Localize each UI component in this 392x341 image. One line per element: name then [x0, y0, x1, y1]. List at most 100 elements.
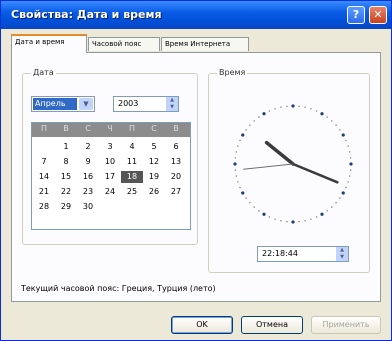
- calendar-day[interactable]: 8: [55, 156, 77, 168]
- clock-tick: [341, 191, 345, 195]
- clock-tick: [245, 129, 247, 131]
- clock-tick: [235, 151, 237, 153]
- spin-arrows-icon[interactable]: ▲ ▼: [166, 97, 178, 111]
- calendar-day[interactable]: 26: [143, 186, 165, 198]
- calendar-day[interactable]: 28: [33, 201, 55, 213]
- clock-tick: [239, 139, 241, 142]
- calendar-day[interactable]: 21: [33, 186, 55, 198]
- clock-tick: [258, 116, 260, 118]
- close-button[interactable]: ✕: [369, 6, 387, 24]
- clock-tick: [274, 108, 276, 110]
- calendar-day[interactable]: 1: [55, 141, 77, 153]
- calendar-day[interactable]: 2: [77, 141, 99, 153]
- calendar-day[interactable]: 10: [99, 156, 121, 168]
- clock-tick: [241, 191, 245, 195]
- clock-tick: [335, 124, 337, 126]
- ok-button[interactable]: OK: [171, 316, 233, 334]
- tab-panel: Дата Апрель ▼ 2003 ▲ ▼ П В С Ч П С В 1 2…: [11, 52, 381, 302]
- calendar-day[interactable]: 19: [143, 171, 165, 183]
- clock-tick: [234, 157, 237, 159]
- apply-button[interactable]: Применить: [311, 316, 381, 334]
- calendar-day[interactable]: 17: [99, 171, 121, 183]
- calendar-day[interactable]: 27: [165, 186, 187, 198]
- calendar-day[interactable]: 3: [99, 141, 121, 153]
- clock-tick: [234, 169, 237, 171]
- calendar-header: П В С Ч П С В: [32, 123, 190, 137]
- calendar-day[interactable]: 30: [77, 201, 99, 213]
- calendar-day[interactable]: 18: [121, 171, 143, 183]
- calendar-day[interactable]: 23: [77, 186, 99, 198]
- clock-tick: [349, 169, 352, 171]
- clock-second-hand: [243, 163, 294, 170]
- time-value: 22:18:44: [262, 249, 298, 258]
- tab-date-time[interactable]: Дата и время: [11, 34, 87, 53]
- clock-tick: [274, 218, 276, 220]
- calendar-day[interactable]: 11: [121, 156, 143, 168]
- calendar-day[interactable]: 6: [165, 141, 187, 153]
- clock-tick: [345, 186, 347, 189]
- clock-tick: [310, 108, 312, 110]
- chevron-down-icon[interactable]: ▼: [79, 98, 93, 110]
- year-spinner[interactable]: 2003 ▲ ▼: [113, 96, 179, 112]
- clock-tick: [326, 210, 328, 212]
- clock-tick: [233, 162, 237, 166]
- clock-tick: [239, 186, 241, 189]
- tab-time-zone[interactable]: Часовой пояс: [88, 37, 160, 51]
- clock-tick: [315, 216, 318, 218]
- clock-tick: [235, 175, 237, 177]
- clock-tick: [237, 145, 239, 147]
- calendar-day[interactable]: 24: [99, 186, 121, 198]
- clock-tick: [241, 133, 245, 137]
- date-group-label: Дата: [31, 68, 56, 77]
- weekday-label: В: [63, 124, 69, 133]
- clock-tick: [339, 129, 341, 131]
- calendar-day[interactable]: 15: [55, 171, 77, 183]
- calendar-day[interactable]: 13: [165, 156, 187, 168]
- clock-tick: [304, 106, 306, 108]
- weekday-label: Ч: [107, 124, 113, 133]
- current-timezone-label: Текущий часовой пояс: Греция, Турция (ле…: [21, 284, 216, 293]
- help-button[interactable]: ?: [347, 6, 365, 24]
- clock-tick: [237, 181, 239, 183]
- clock-tick: [280, 106, 282, 108]
- calendar-day[interactable]: 4: [121, 141, 143, 153]
- clock-tick: [268, 216, 271, 218]
- time-spinner[interactable]: 22:18:44 ▲ ▼: [257, 246, 349, 262]
- clock-tick: [320, 112, 324, 116]
- clock-tick: [280, 220, 282, 222]
- clock-tick: [258, 210, 260, 212]
- clock-tick: [349, 175, 351, 177]
- cancel-button[interactable]: Отмена: [241, 316, 303, 334]
- clock-tick: [345, 139, 347, 142]
- calendar-day[interactable]: 29: [55, 201, 77, 213]
- weekday-label: С: [151, 124, 157, 133]
- calendar-day[interactable]: 16: [77, 171, 99, 183]
- window-title: Свойства: Дата и время: [11, 8, 162, 21]
- calendar-day[interactable]: 9: [77, 156, 99, 168]
- calendar-day[interactable]: 25: [121, 186, 143, 198]
- calendar-day[interactable]: 5: [143, 141, 165, 153]
- analog-clock: [233, 104, 353, 224]
- calendar-grid: П В С Ч П С В 1 2 3 4 5 6 7 8 9 10 11 12 13 14 15 16 17 1…: [31, 122, 191, 230]
- calendar-day[interactable]: 20: [165, 171, 187, 183]
- clock-tick: [341, 133, 345, 137]
- title-bar[interactable]: Свойства: Дата и время ? ✕: [1, 1, 391, 29]
- clock-tick: [245, 197, 247, 199]
- tab-internet-time[interactable]: Время Интернета: [161, 37, 249, 51]
- year-value: 2003: [118, 99, 139, 108]
- clock-tick: [310, 218, 312, 220]
- clock-tick: [262, 212, 266, 216]
- clock-tick: [339, 197, 341, 199]
- clock-tick: [262, 112, 266, 116]
- clock-tick: [291, 104, 295, 108]
- clock-tick: [253, 120, 255, 122]
- calendar-day[interactable]: 14: [33, 171, 55, 183]
- time-group-label: Время: [217, 68, 248, 77]
- calendar-day[interactable]: 12: [143, 156, 165, 168]
- weekday-label: В: [173, 124, 179, 133]
- calendar-day[interactable]: 22: [55, 186, 77, 198]
- spin-arrows-icon[interactable]: ▲ ▼: [336, 247, 348, 261]
- month-select[interactable]: Апрель ▼: [31, 96, 95, 112]
- calendar-day[interactable]: 7: [33, 156, 55, 168]
- month-value: Апрель: [33, 98, 77, 110]
